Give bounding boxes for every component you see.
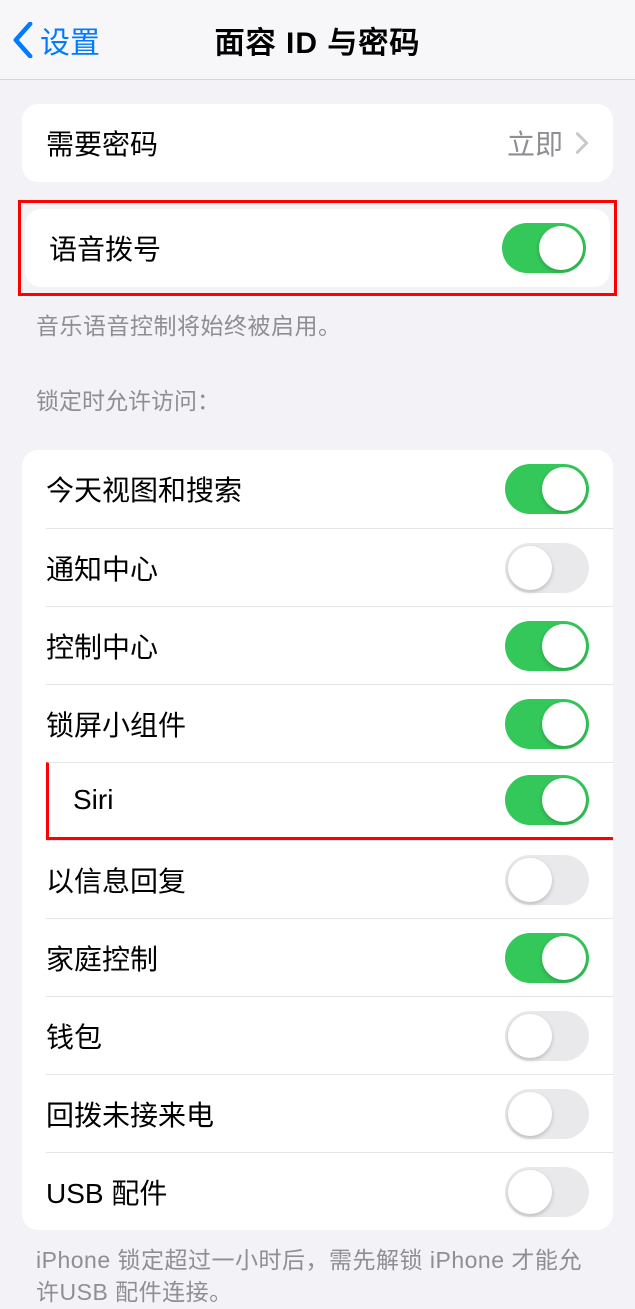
lock-item-toggle[interactable] (505, 699, 589, 749)
lock-item-row: 控制中心 (46, 606, 613, 684)
lock-item-label: Siri (73, 784, 113, 816)
voice-dial-highlight: 语音拨号 (18, 200, 617, 296)
voice-dial-row: 语音拨号 (25, 209, 610, 287)
require-passcode-label: 需要密码 (46, 123, 158, 163)
lock-item-row: 以信息回复 (46, 840, 613, 918)
lock-item-label: 家庭控制 (46, 938, 158, 978)
lock-item-row: 今天视图和搜索 (22, 450, 613, 528)
lock-item-toggle[interactable] (505, 621, 589, 671)
require-passcode-row[interactable]: 需要密码 立即 (22, 104, 613, 182)
lock-item-label: 通知中心 (46, 548, 158, 588)
page-title: 面容 ID 与密码 (215, 18, 421, 62)
lock-item-row: 锁屏小组件 (46, 684, 613, 762)
require-passcode-group: 需要密码 立即 (22, 104, 613, 182)
lock-item-toggle[interactable] (505, 1089, 589, 1139)
lock-item-label: 以信息回复 (46, 860, 186, 900)
lock-item-label: 回拨未接来电 (46, 1094, 214, 1134)
lock-item-toggle[interactable] (505, 543, 589, 593)
lock-item-toggle[interactable] (505, 1167, 589, 1217)
lock-item-label: USB 配件 (46, 1172, 167, 1212)
lock-item-toggle[interactable] (505, 464, 589, 514)
lock-item-toggle[interactable] (505, 855, 589, 905)
lock-item-row: 通知中心 (46, 528, 613, 606)
nav-bar: 设置 面容 ID 与密码 (0, 0, 635, 80)
lock-item-row: Siri (46, 762, 613, 840)
lock-section-header: 锁定时允许访问： (0, 342, 635, 426)
voice-dial-label: 语音拨号 (49, 228, 161, 268)
lock-item-row: 家庭控制 (46, 918, 613, 996)
lock-item-toggle[interactable] (505, 933, 589, 983)
lock-item-toggle[interactable] (505, 775, 589, 825)
lock-item-row: 钱包 (46, 996, 613, 1074)
require-passcode-value: 立即 (507, 123, 563, 163)
voice-dial-toggle[interactable] (502, 223, 586, 273)
lock-item-toggle[interactable] (505, 1011, 589, 1061)
lock-access-group: 今天视图和搜索通知中心控制中心锁屏小组件 Siri 以信息回复家庭控制钱包回拨未接来… (22, 450, 613, 1230)
chevron-right-icon (575, 131, 589, 155)
lock-section-footer: iPhone 锁定超过一小时后，需先解锁 iPhone 才能允许USB 配件连接… (0, 1230, 635, 1308)
back-label: 设置 (40, 18, 100, 62)
lock-item-row: 回拨未接来电 (46, 1074, 613, 1152)
lock-item-row: USB 配件 (46, 1152, 613, 1230)
back-button[interactable]: 设置 (0, 18, 100, 62)
lock-item-label: 今天视图和搜索 (46, 469, 242, 509)
voice-dial-group: 语音拨号 (25, 209, 610, 287)
voice-dial-footer: 音乐语音控制将始终被启用。 (0, 296, 635, 342)
lock-item-label: 钱包 (46, 1016, 102, 1056)
lock-item-label: 锁屏小组件 (46, 704, 186, 744)
lock-item-label: 控制中心 (46, 626, 158, 666)
chevron-left-icon (12, 22, 34, 58)
